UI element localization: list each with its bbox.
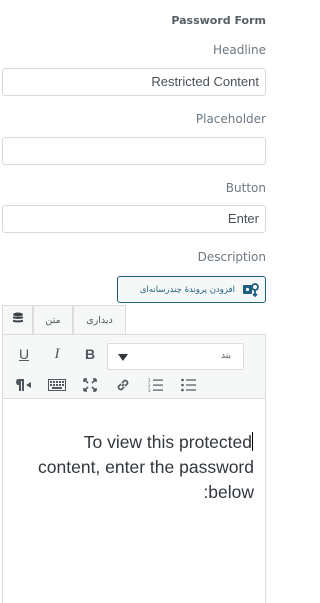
underline-icon[interactable]: U bbox=[13, 343, 35, 365]
description-label: Description bbox=[197, 250, 266, 264]
bullet-list-icon[interactable] bbox=[178, 374, 200, 396]
add-media-label: افزودن پروندهٔ چندرسانه‌ای bbox=[139, 284, 235, 295]
bold-icon[interactable]: B bbox=[79, 343, 101, 365]
link-icon[interactable] bbox=[112, 374, 134, 396]
text-cursor bbox=[252, 432, 253, 451]
format-select[interactable]: بند bbox=[107, 343, 244, 370]
ordered-list-icon[interactable]: 123 bbox=[145, 374, 167, 396]
headline-input[interactable]: Restricted Content bbox=[2, 68, 266, 96]
database-tab[interactable] bbox=[2, 305, 33, 334]
button-label: Button bbox=[225, 181, 266, 195]
placeholder-input[interactable] bbox=[2, 137, 266, 165]
format-select-value: بند bbox=[221, 351, 231, 361]
password-form-section-title: Password Form bbox=[171, 14, 266, 27]
button-text-input[interactable]: Enter bbox=[2, 205, 266, 233]
database-icon bbox=[12, 312, 24, 328]
fullscreen-icon[interactable] bbox=[79, 374, 101, 396]
editor-content[interactable]: To view this protected content, enter th… bbox=[24, 430, 254, 505]
editor-content-text: To view this protected content, enter th… bbox=[38, 432, 254, 502]
svg-text:3: 3 bbox=[148, 388, 151, 392]
tab-text[interactable]: متن bbox=[33, 305, 73, 334]
headline-label: Headline bbox=[212, 43, 266, 57]
editor-tabs: متن دیداری bbox=[2, 305, 266, 334]
wysiwyg-editor: U I B بند 1 2 3 To view this protected c… bbox=[2, 334, 266, 603]
add-media-button[interactable]: افزودن پروندهٔ چندرسانه‌ای bbox=[117, 276, 266, 303]
chevron-down-icon bbox=[118, 354, 128, 361]
italic-icon[interactable]: I bbox=[46, 343, 68, 365]
tab-visual[interactable]: دیداری bbox=[73, 305, 126, 334]
editor-toolbar: U I B بند 1 2 3 bbox=[3, 335, 265, 399]
media-icon bbox=[241, 281, 261, 299]
paragraph-rtl-icon[interactable] bbox=[13, 374, 35, 396]
keyboard-icon[interactable] bbox=[46, 374, 68, 396]
placeholder-label: Placeholder bbox=[195, 112, 266, 126]
